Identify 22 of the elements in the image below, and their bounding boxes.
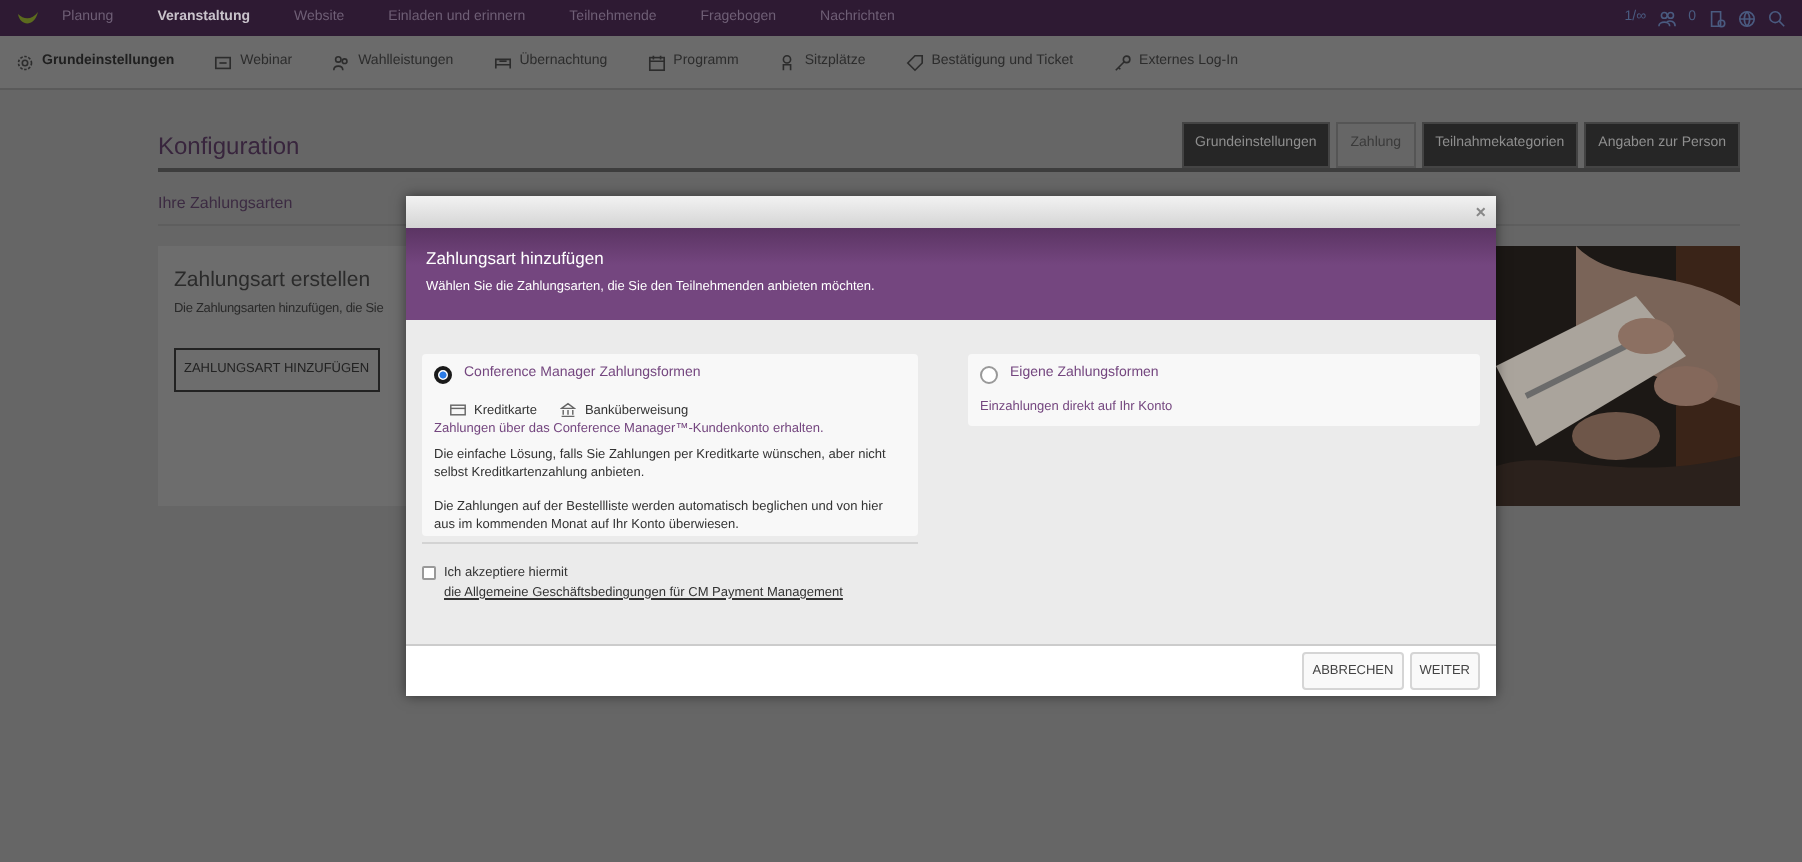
globe-icon	[1738, 9, 1756, 27]
person-icon	[778, 53, 797, 71]
search-icon	[1768, 9, 1786, 27]
gear-icon	[16, 53, 34, 71]
checkbox[interactable]	[422, 566, 436, 580]
credit-card-icon	[450, 402, 466, 419]
dialog-title: Zahlungsart hinzufügen	[426, 246, 606, 272]
page-title: Konfiguration	[158, 129, 300, 163]
monitor-icon	[214, 53, 233, 71]
radio-button[interactable]	[980, 365, 998, 384]
card-title: Zahlungsart erstellen	[174, 265, 371, 295]
radio-button[interactable]	[434, 365, 452, 384]
bank-icon	[560, 402, 577, 419]
bed-icon	[493, 53, 512, 71]
banana-logo-icon	[16, 8, 40, 28]
calendar-icon	[647, 53, 666, 71]
users-icon	[1658, 9, 1677, 27]
key-icon	[1113, 53, 1132, 71]
document-gear-icon	[1708, 9, 1726, 27]
close-button[interactable]: ×	[1475, 203, 1486, 221]
tag-icon	[905, 53, 924, 71]
people-icon	[332, 53, 351, 71]
